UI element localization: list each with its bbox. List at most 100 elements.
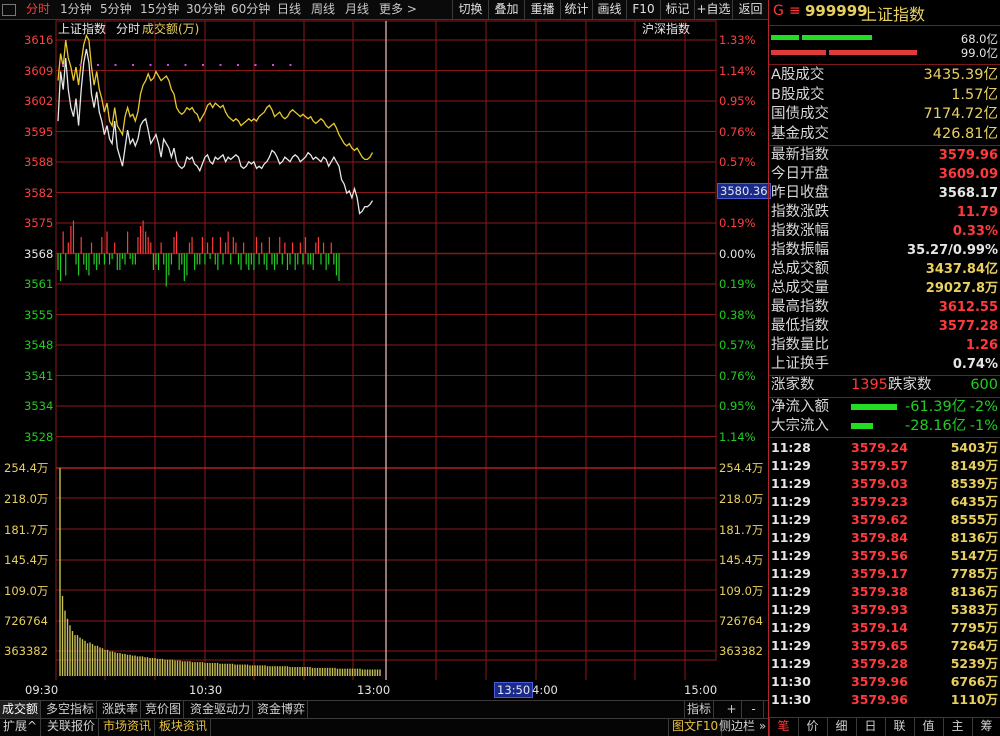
- panel-tab-related-quotes[interactable]: 关联报价: [44, 718, 100, 736]
- mark-button[interactable]: 标记: [660, 0, 694, 20]
- intraday-chart[interactable]: 上证指数 分时 成交额(万) 沪深指数 3616 1.33% 3609 1.14% 36…: [0, 20, 771, 700]
- sidebar-tab[interactable]: 笔: [769, 718, 797, 736]
- tick-price: 3579.03: [851, 476, 908, 491]
- period-tab-monthly[interactable]: 月线: [345, 0, 369, 20]
- period-tab-fenshi[interactable]: 分时: [26, 0, 50, 20]
- period-tab-60min[interactable]: 60分钟: [231, 0, 270, 20]
- stat-label: 指数振幅: [771, 242, 829, 258]
- period-tab-daily[interactable]: 日线: [277, 0, 301, 20]
- stat-value: 3437.84亿: [925, 262, 998, 277]
- sidebar-tab[interactable]: 主: [943, 718, 971, 736]
- stat-label: 今日开盘: [771, 166, 829, 182]
- tick-row[interactable]: 11:29 3579.23 6435万: [771, 493, 998, 511]
- block-inflow-pct: -1%: [969, 418, 998, 434]
- period-tab-1min[interactable]: 1分钟: [60, 0, 92, 20]
- sidebar-tab[interactable]: 价: [798, 718, 826, 736]
- pct-tick: 0.76%: [719, 368, 756, 383]
- signal-dot: [62, 64, 64, 66]
- price-tick: 3541: [24, 368, 54, 383]
- buy-strength-bar-b: [802, 35, 872, 40]
- sidebar-toggle-link[interactable]: 侧边栏 »: [716, 718, 771, 736]
- tick-volume: 6435万: [950, 494, 998, 509]
- signal-dot: [114, 64, 117, 66]
- switch-button[interactable]: 切换: [452, 0, 488, 20]
- menu-icon[interactable]: ≡: [789, 3, 801, 19]
- sell-strength-value: 99.0亿: [960, 46, 998, 60]
- tick-row[interactable]: 11:29 3579.57 8149万: [771, 457, 998, 475]
- panel-tab-sector-news[interactable]: 板块资讯: [156, 718, 212, 736]
- panel-tab-market-news[interactable]: 市场资讯: [100, 718, 156, 736]
- tick-row[interactable]: 11:29 3579.56 5147万: [771, 547, 998, 565]
- tick-row[interactable]: 11:30 3579.96 6766万: [771, 673, 998, 691]
- tick-row[interactable]: 11:29 3579.62 8555万: [771, 511, 998, 529]
- stat-label: 总成交量: [771, 280, 829, 296]
- sidebar-tab[interactable]: 日: [856, 718, 884, 736]
- indicator-button[interactable]: 指标: [684, 701, 715, 718]
- price-tick: 3616: [24, 33, 54, 47]
- tick-row[interactable]: 11:29 3579.93 5383万: [771, 601, 998, 619]
- tick-row[interactable]: 11:29 3579.38 8136万: [771, 583, 998, 601]
- tick-price: 3579.14: [851, 620, 908, 635]
- volume-tick-right: 109.0万: [719, 584, 764, 598]
- stat-label: 指数量比: [771, 337, 829, 353]
- period-tab-more[interactable]: 更多 >: [379, 0, 417, 20]
- draw-button[interactable]: 画线: [592, 0, 626, 20]
- stat-row: 最高指数 3612.55: [771, 298, 998, 317]
- pct-tick: 1.14%: [719, 63, 756, 78]
- indicator-tab-advance-rate[interactable]: 涨跌率: [100, 701, 142, 718]
- tick-time: 11:29: [771, 530, 811, 545]
- indicator-tab-fund-game[interactable]: 资金博弈: [255, 701, 309, 718]
- f10-button[interactable]: F10: [626, 0, 660, 20]
- zoom-out-button[interactable]: -: [744, 701, 764, 718]
- indicator-tab-fund-drive[interactable]: 资金驱动力: [188, 701, 254, 718]
- stat-label: 最低指数: [771, 318, 829, 334]
- stat-row: 指数量比 1.26: [771, 336, 998, 355]
- stat-label: 总成交额: [771, 261, 829, 277]
- stat-row: 昨日收盘 3568.17: [771, 184, 998, 203]
- signal-dot: [219, 64, 222, 66]
- signal-dot: [254, 64, 257, 66]
- sidebar-tab[interactable]: 值: [914, 718, 942, 736]
- stat-value: 3612.55: [938, 300, 998, 315]
- period-tab-weekly[interactable]: 周线: [311, 0, 335, 20]
- stat-value: 11.79: [956, 205, 998, 220]
- sidebar-tab[interactable]: 筹: [972, 718, 1000, 736]
- sidebar-tab[interactable]: 细: [827, 718, 855, 736]
- tick-time: 11:30: [771, 674, 811, 689]
- indicator-tab-auction[interactable]: 竞价图: [143, 701, 185, 718]
- replay-button[interactable]: 重播: [524, 0, 560, 20]
- stats-button[interactable]: 统计: [560, 0, 592, 20]
- turnover-value: 426.81亿: [932, 125, 998, 142]
- tick-volume: 8136万: [950, 584, 998, 599]
- sidebar-tab[interactable]: 联: [885, 718, 913, 736]
- tick-volume: 8555万: [950, 512, 998, 527]
- overlay-button[interactable]: 叠加: [488, 0, 524, 20]
- tick-price: 3579.96: [851, 692, 908, 707]
- period-tab-30min[interactable]: 30分钟: [186, 0, 225, 20]
- tick-row[interactable]: 11:29 3579.03 8539万: [771, 475, 998, 493]
- tick-row[interactable]: 11:29 3579.65 7264万: [771, 637, 998, 655]
- tick-row[interactable]: 11:28 3579.24 5403万: [771, 439, 998, 457]
- back-button[interactable]: 返回: [732, 0, 768, 20]
- volume-tick: 145.4万: [4, 553, 49, 567]
- add-watchlist-button[interactable]: +自选: [694, 0, 732, 20]
- zoom-in-button[interactable]: +: [722, 701, 742, 718]
- tick-row[interactable]: 11:29 3579.17 7785万: [771, 565, 998, 583]
- tick-row[interactable]: 11:29 3579.14 7795万: [771, 619, 998, 637]
- window-toggle-icon[interactable]: [2, 4, 16, 16]
- panel-tab-expand[interactable]: 扩展^: [0, 718, 42, 736]
- chart-index-name: 上证指数: [58, 22, 107, 36]
- indicator-tab-long-short[interactable]: 多空指标: [44, 701, 98, 718]
- price-tick: 3575: [24, 216, 54, 230]
- net-inflow-value: -61.39亿: [905, 399, 967, 415]
- period-tab-15min[interactable]: 15分钟: [140, 0, 179, 20]
- tick-price: 3579.56: [851, 548, 908, 563]
- tick-row[interactable]: 11:30 3579.96 1110万: [771, 691, 998, 709]
- f10-graphic-link[interactable]: 图文F10: [668, 718, 723, 736]
- pct-tick: 0.19%: [719, 277, 756, 291]
- tick-row[interactable]: 11:29 3579.84 8136万: [771, 529, 998, 547]
- sidebar-header: G ≡ 999999 上证指数: [769, 0, 1000, 26]
- indicator-tab-turnover[interactable]: 成交额: [0, 701, 42, 718]
- tick-row[interactable]: 11:29 3579.28 5239万: [771, 655, 998, 673]
- period-tab-5min[interactable]: 5分钟: [100, 0, 132, 20]
